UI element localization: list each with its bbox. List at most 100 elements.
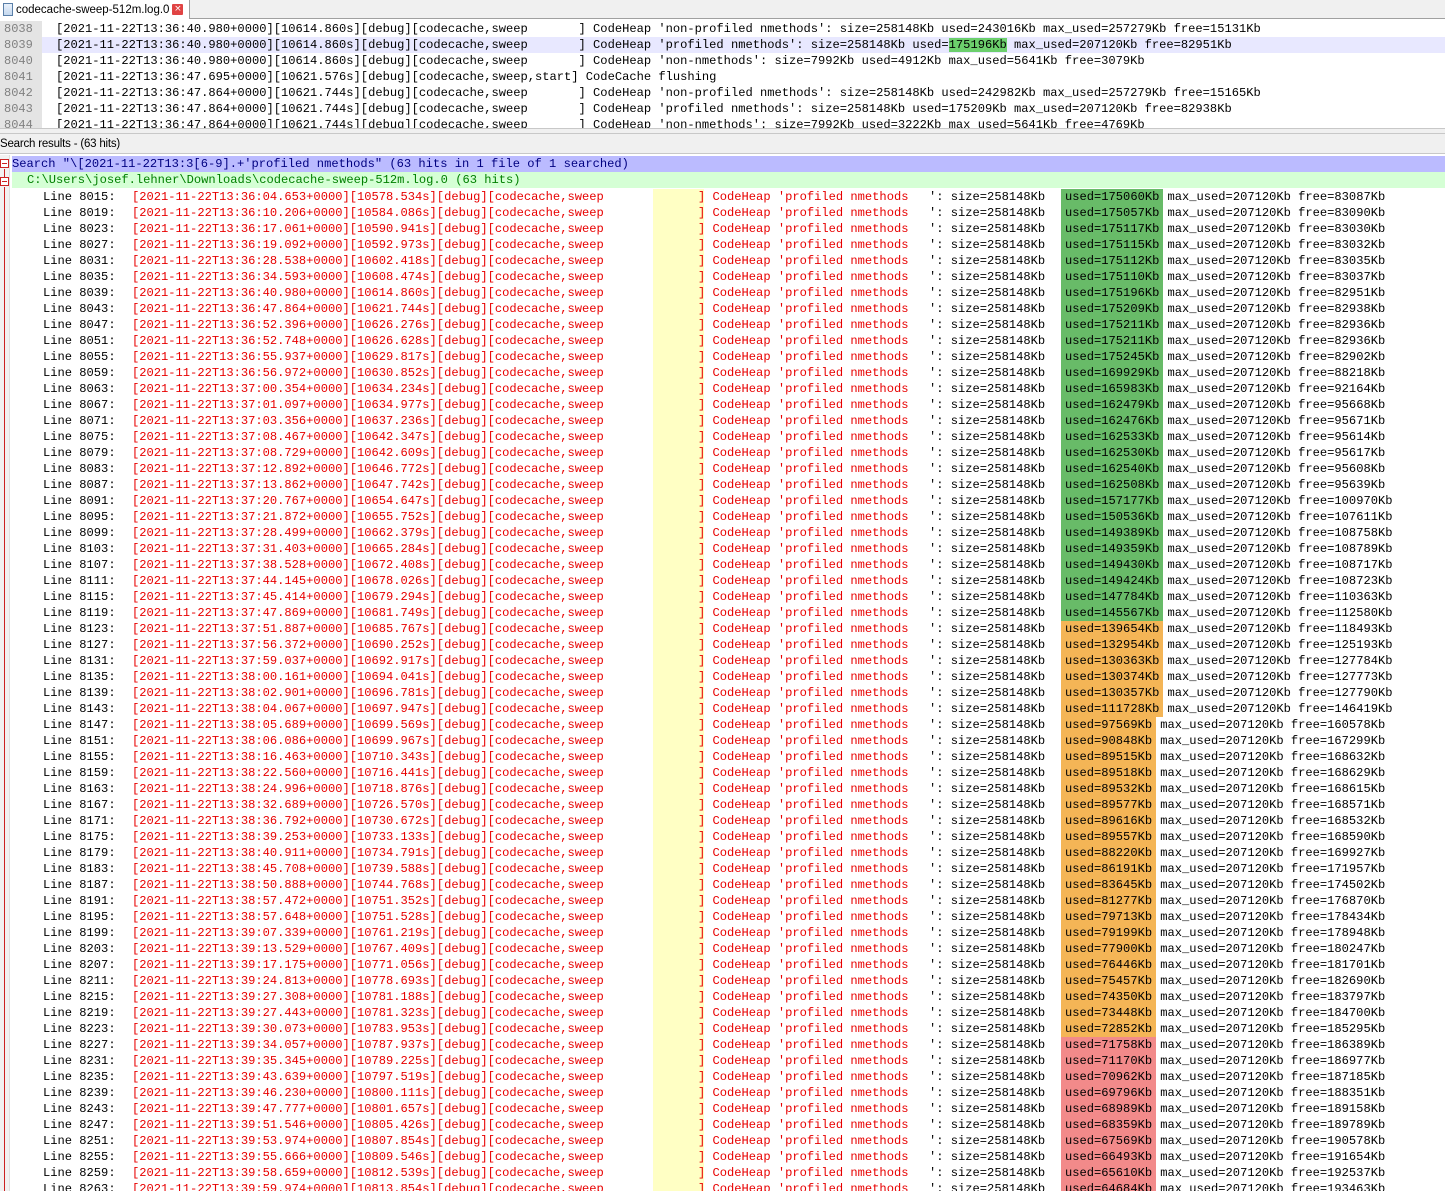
search-hit-row[interactable]: Line 8231: [2021-11-22T13:39:35.345+0000]… xyxy=(12,1053,1445,1069)
search-hit-row[interactable]: Line 8255: [2021-11-22T13:39:55.666+0000]… xyxy=(12,1149,1445,1165)
search-hit-row[interactable]: Line 8139: [2021-11-22T13:38:02.901+0000]… xyxy=(12,685,1445,701)
hit-tail: max_used=207120Kb free=108717Kb xyxy=(1167,558,1393,572)
search-hit-row[interactable]: Line 8091: [2021-11-22T13:37:20.767+0000]… xyxy=(12,493,1445,509)
search-file-header[interactable]: C:\Users\josef.lehner\Downloads\codecach… xyxy=(12,172,1445,188)
search-hit-row[interactable]: Line 8119: [2021-11-22T13:37:47.869+0000]… xyxy=(12,605,1445,621)
search-hit-row[interactable]: Line 8059: [2021-11-22T13:36:56.972+0000]… xyxy=(12,365,1445,381)
search-hit-row[interactable]: Line 8055: [2021-11-22T13:36:55.937+0000]… xyxy=(12,349,1445,365)
file-tab[interactable]: codecache-sweep-512m.log.0 × xyxy=(0,0,191,19)
hit-line-number: Line 8259: xyxy=(43,1166,116,1180)
hit-match-text: [2021-11-22T13:38:00.161+0000][10694.041… xyxy=(132,670,604,684)
search-hit-row[interactable]: Line 8163: [2021-11-22T13:38:24.996+0000]… xyxy=(12,781,1445,797)
search-hit-row[interactable]: Line 8155: [2021-11-22T13:38:16.463+0000]… xyxy=(12,749,1445,765)
search-hit-row[interactable]: Line 8071: [2021-11-22T13:37:03.356+0000]… xyxy=(12,413,1445,429)
search-hit-row[interactable]: Line 8083: [2021-11-22T13:37:12.892+0000]… xyxy=(12,461,1445,477)
search-hit-row[interactable]: Line 8079: [2021-11-22T13:37:08.729+0000]… xyxy=(12,445,1445,461)
line-text[interactable]: [2021-11-22T13:36:47.864+0000][10621.744… xyxy=(56,85,1261,101)
search-hit-row[interactable]: Line 8039: [2021-11-22T13:36:40.980+0000]… xyxy=(12,285,1445,301)
search-hit-row[interactable]: Line 8159: [2021-11-22T13:38:22.560+0000]… xyxy=(12,765,1445,781)
search-hit-row[interactable]: Line 8143: [2021-11-22T13:38:04.067+0000]… xyxy=(12,701,1445,717)
search-hit-row[interactable]: Line 8019: [2021-11-22T13:36:10.206+0000]… xyxy=(12,205,1445,221)
search-hit-row[interactable]: Line 8175: [2021-11-22T13:38:39.253+0000]… xyxy=(12,829,1445,845)
line-text[interactable]: [2021-11-22T13:36:40.980+0000][10614.860… xyxy=(56,53,1145,69)
search-hit-row[interactable]: Line 8047: [2021-11-22T13:36:52.396+0000]… xyxy=(12,317,1445,333)
search-hit-row[interactable]: Line 8111: [2021-11-22T13:37:44.145+0000]… xyxy=(12,573,1445,589)
line-text[interactable]: [2021-11-22T13:36:47.695+0000][10621.576… xyxy=(56,69,716,85)
search-hit-row[interactable]: Line 8035: [2021-11-22T13:36:34.593+0000]… xyxy=(12,269,1445,285)
editor-line[interactable]: 8044 [2021-11-22T13:36:47.864+0000][10621… xyxy=(0,117,1445,128)
search-hit-row[interactable]: Line 8043: [2021-11-22T13:36:47.864+0000]… xyxy=(12,301,1445,317)
search-hit-row[interactable]: Line 8099: [2021-11-22T13:37:28.499+0000]… xyxy=(12,525,1445,541)
search-hit-row[interactable]: Line 8247: [2021-11-22T13:39:51.546+0000]… xyxy=(12,1117,1445,1133)
search-hit-row[interactable]: Line 8219: [2021-11-22T13:39:27.443+0000]… xyxy=(12,1005,1445,1021)
search-query-header[interactable]: Search "\[2021-11-22T13:3[6-9].+'profile… xyxy=(12,156,1445,172)
search-hit-row[interactable]: Line 8031: [2021-11-22T13:36:28.538+0000]… xyxy=(12,253,1445,269)
search-hit-row[interactable]: Line 8167: [2021-11-22T13:38:32.689+0000]… xyxy=(12,797,1445,813)
search-hit-row[interactable]: Line 8211: [2021-11-22T13:39:24.813+0000]… xyxy=(12,973,1445,989)
search-hit-row[interactable]: Line 8067: [2021-11-22T13:37:01.097+0000]… xyxy=(12,397,1445,413)
search-hit-row[interactable]: Line 8183: [2021-11-22T13:38:45.708+0000]… xyxy=(12,861,1445,877)
search-hit-row[interactable]: Line 8263: [2021-11-22T13:39:59.974+0000]… xyxy=(12,1181,1445,1191)
fold-toggle-search-icon[interactable] xyxy=(0,159,9,168)
search-hit-row[interactable]: Line 8227: [2021-11-22T13:39:34.057+0000]… xyxy=(12,1037,1445,1053)
editor-line[interactable]: 8039 [2021-11-22T13:36:40.980+0000][10614… xyxy=(0,37,1445,53)
search-hit-row[interactable]: Line 8179: [2021-11-22T13:38:40.911+0000]… xyxy=(12,845,1445,861)
hit-used-value: used=66493Kb xyxy=(1061,1149,1157,1165)
search-hit-row[interactable]: Line 8243: [2021-11-22T13:39:47.777+0000]… xyxy=(12,1101,1445,1117)
search-hit-row[interactable]: Line 8171: [2021-11-22T13:38:36.792+0000]… xyxy=(12,813,1445,829)
hit-used-value: used=111728Kb xyxy=(1061,701,1164,717)
search-hit-row[interactable]: Line 8075: [2021-11-22T13:37:08.467+0000]… xyxy=(12,429,1445,445)
search-hit-row[interactable]: Line 8215: [2021-11-22T13:39:27.308+0000]… xyxy=(12,989,1445,1005)
editor-line[interactable]: 8040 [2021-11-22T13:36:40.980+0000][10614… xyxy=(0,53,1445,69)
editor-line[interactable]: 8042 [2021-11-22T13:36:47.864+0000][10621… xyxy=(0,85,1445,101)
search-hit-row[interactable]: Line 8123: [2021-11-22T13:37:51.887+0000]… xyxy=(12,621,1445,637)
search-hit-row[interactable]: Line 8107: [2021-11-22T13:37:38.528+0000]… xyxy=(12,557,1445,573)
column-highlight xyxy=(653,637,704,653)
search-hit-row[interactable]: Line 8203: [2021-11-22T13:39:13.529+0000]… xyxy=(12,941,1445,957)
close-tab-icon[interactable]: × xyxy=(172,4,184,15)
search-hit-row[interactable]: Line 8239: [2021-11-22T13:39:46.230+0000]… xyxy=(12,1085,1445,1101)
search-hit-row[interactable]: Line 8251: [2021-11-22T13:39:53.974+0000]… xyxy=(12,1133,1445,1149)
hit-used-value: used=70962Kb xyxy=(1061,1069,1157,1085)
hit-match-text: [2021-11-22T13:38:05.689+0000][10699.569… xyxy=(132,718,604,732)
search-hit-row[interactable]: Line 8131: [2021-11-22T13:37:59.037+0000]… xyxy=(12,653,1445,669)
search-hit-row[interactable]: Line 8147: [2021-11-22T13:38:05.689+0000]… xyxy=(12,717,1445,733)
search-results-panel[interactable]: Search "\[2021-11-22T13:3[6-9].+'profile… xyxy=(0,155,1445,1191)
search-hit-row[interactable]: Line 8223: [2021-11-22T13:39:30.073+0000]… xyxy=(12,1021,1445,1037)
editor-line[interactable]: 8041 [2021-11-22T13:36:47.695+0000][10621… xyxy=(0,69,1445,85)
line-text[interactable]: [2021-11-22T13:36:40.980+0000][10614.860… xyxy=(56,37,1232,53)
search-hit-row[interactable]: Line 8235: [2021-11-22T13:39:43.639+0000]… xyxy=(12,1069,1445,1085)
hit-match-text: ] CodeHeap 'profiled nmethods xyxy=(698,718,909,732)
editor-line[interactable]: 8043 [2021-11-22T13:36:47.864+0000][10621… xyxy=(0,101,1445,117)
search-hit-row[interactable]: Line 8087: [2021-11-22T13:37:13.862+0000]… xyxy=(12,477,1445,493)
search-hit-row[interactable]: Line 8187: [2021-11-22T13:38:50.888+0000]… xyxy=(12,877,1445,893)
hit-tail: max_used=207120Kb free=192537Kb xyxy=(1160,1166,1386,1180)
search-hit-row[interactable]: Line 8259: [2021-11-22T13:39:58.659+0000]… xyxy=(12,1165,1445,1181)
editor-line[interactable]: 8038 [2021-11-22T13:36:40.980+0000][10614… xyxy=(0,21,1445,37)
hit-match-text: ] CodeHeap 'profiled nmethods xyxy=(698,894,909,908)
hit-line-number: Line 8175: xyxy=(43,830,116,844)
search-hit-row[interactable]: Line 8023: [2021-11-22T13:36:17.061+0000]… xyxy=(12,221,1445,237)
search-hit-row[interactable]: Line 8095: [2021-11-22T13:37:21.872+0000]… xyxy=(12,509,1445,525)
search-hit-row[interactable]: Line 8151: [2021-11-22T13:38:06.086+0000]… xyxy=(12,733,1445,749)
editor-view[interactable]: 8038 [2021-11-22T13:36:40.980+0000][10614… xyxy=(0,20,1445,128)
search-hit-row[interactable]: Line 8195: [2021-11-22T13:38:57.648+0000]… xyxy=(12,909,1445,925)
search-hit-row[interactable]: Line 8199: [2021-11-22T13:39:07.339+0000]… xyxy=(12,925,1445,941)
search-hit-row[interactable]: Line 8135: [2021-11-22T13:38:00.161+0000]… xyxy=(12,669,1445,685)
hit-match-text: ] CodeHeap 'profiled nmethods xyxy=(698,622,909,636)
search-hit-row[interactable]: Line 8051: [2021-11-22T13:36:52.748+0000]… xyxy=(12,333,1445,349)
fold-toggle-file-icon[interactable] xyxy=(0,177,9,186)
search-hit-row[interactable]: Line 8103: [2021-11-22T13:37:31.403+0000]… xyxy=(12,541,1445,557)
hit-used-value: used=130363Kb xyxy=(1061,653,1164,669)
search-hit-row[interactable]: Line 8127: [2021-11-22T13:37:56.372+0000]… xyxy=(12,637,1445,653)
search-hit-row[interactable]: Line 8063: [2021-11-22T13:37:00.354+0000]… xyxy=(12,381,1445,397)
search-hit-row[interactable]: Line 8115: [2021-11-22T13:37:45.414+0000]… xyxy=(12,589,1445,605)
line-text[interactable]: [2021-11-22T13:36:47.864+0000][10621.744… xyxy=(56,101,1232,117)
search-hit-row[interactable]: Line 8207: [2021-11-22T13:39:17.175+0000]… xyxy=(12,957,1445,973)
hit-tail: max_used=207120Kb free=171957Kb xyxy=(1160,862,1386,876)
search-hit-row[interactable]: Line 8027: [2021-11-22T13:36:19.092+0000]… xyxy=(12,237,1445,253)
search-hit-row[interactable]: Line 8015: [2021-11-22T13:36:04.653+0000]… xyxy=(12,189,1445,205)
line-text[interactable]: [2021-11-22T13:36:47.864+0000][10621.744… xyxy=(56,117,1145,128)
search-hit-row[interactable]: Line 8191: [2021-11-22T13:38:57.472+0000]… xyxy=(12,893,1445,909)
line-text[interactable]: [2021-11-22T13:36:40.980+0000][10614.860… xyxy=(56,21,1261,37)
